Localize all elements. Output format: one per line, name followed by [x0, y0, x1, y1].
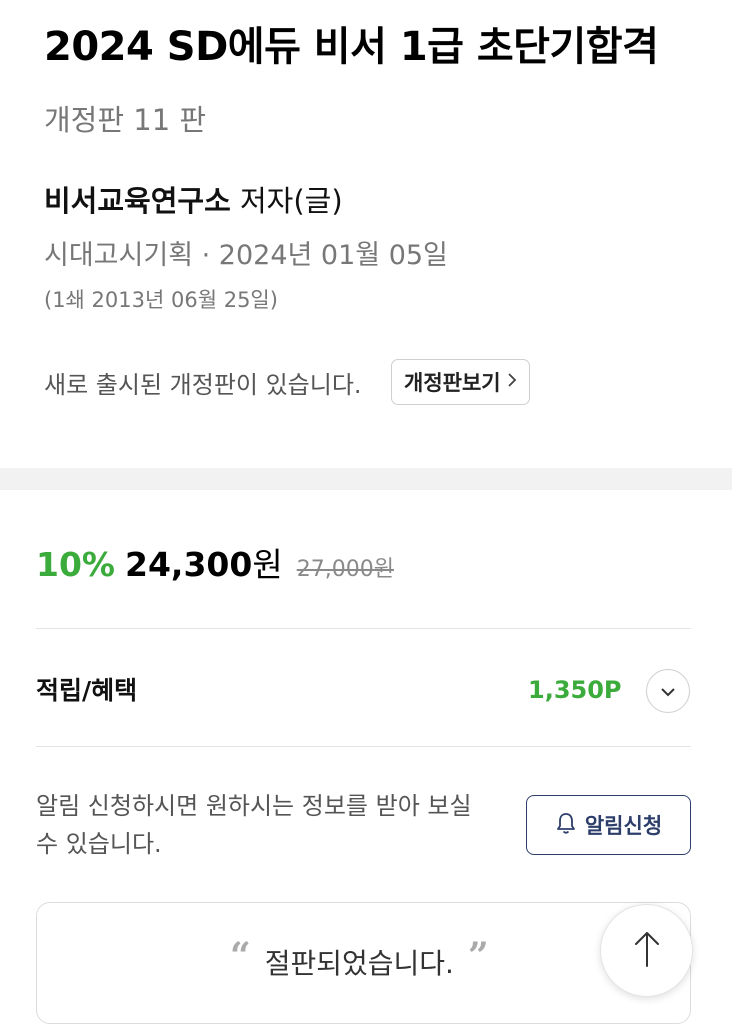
chevron-down-icon — [660, 682, 676, 701]
author-name[interactable]: 비서교육연구소 — [44, 184, 231, 218]
alarm-request-button[interactable]: 알림신청 — [526, 795, 691, 855]
divider — [36, 746, 691, 747]
section-divider-band — [0, 468, 732, 490]
author-role: 저자(글) — [230, 184, 343, 218]
points-value: 1,350P — [528, 676, 622, 704]
book-title: 2024 SD에듀 비서 1급 초단기합격 — [44, 24, 659, 70]
chevron-right-icon — [507, 372, 517, 393]
bell-icon — [555, 811, 577, 840]
first-print-date: (1쇄 2013년 06월 25일) — [44, 288, 278, 312]
sale-amount: 24,300 — [125, 545, 253, 584]
close-quote-icon: ” — [467, 935, 489, 977]
alarm-request-label: 알림신청 — [584, 814, 663, 838]
alarm-notice: 알림 신청하시면 원하시는 정보를 받아 보실 수 있습니다. — [36, 792, 472, 858]
price-row: 10% 24,300원 27,000원 — [36, 538, 394, 586]
author-line[interactable]: 비서교육연구소 저자(글) — [44, 178, 343, 220]
divider — [36, 628, 691, 629]
publisher-date: 시대고시기획 · 2024년 01월 05일 — [44, 240, 448, 271]
points-label: 적립/혜택 — [36, 676, 138, 705]
soldout-status: “ 절판되었습니다. ” — [230, 938, 489, 982]
new-revision-notice: 새로 출시된 개정판이 있습니다. — [44, 371, 362, 399]
soldout-message: 절판되었습니다. — [264, 947, 454, 980]
edition-label: 개정판 11 판 — [44, 103, 207, 137]
view-revision-button[interactable]: 개정판보기 — [391, 359, 530, 405]
scroll-to-top-button[interactable] — [600, 904, 693, 997]
discount-rate: 10% — [36, 545, 115, 584]
arrow-up-icon — [632, 929, 662, 973]
view-revision-label: 개정판보기 — [404, 371, 501, 395]
sale-price: 24,300원 — [125, 538, 283, 586]
points-expand-button[interactable] — [646, 669, 690, 713]
sale-unit: 원 — [252, 545, 283, 584]
open-quote-icon: “ — [230, 935, 251, 977]
original-price: 27,000원 — [296, 557, 394, 582]
